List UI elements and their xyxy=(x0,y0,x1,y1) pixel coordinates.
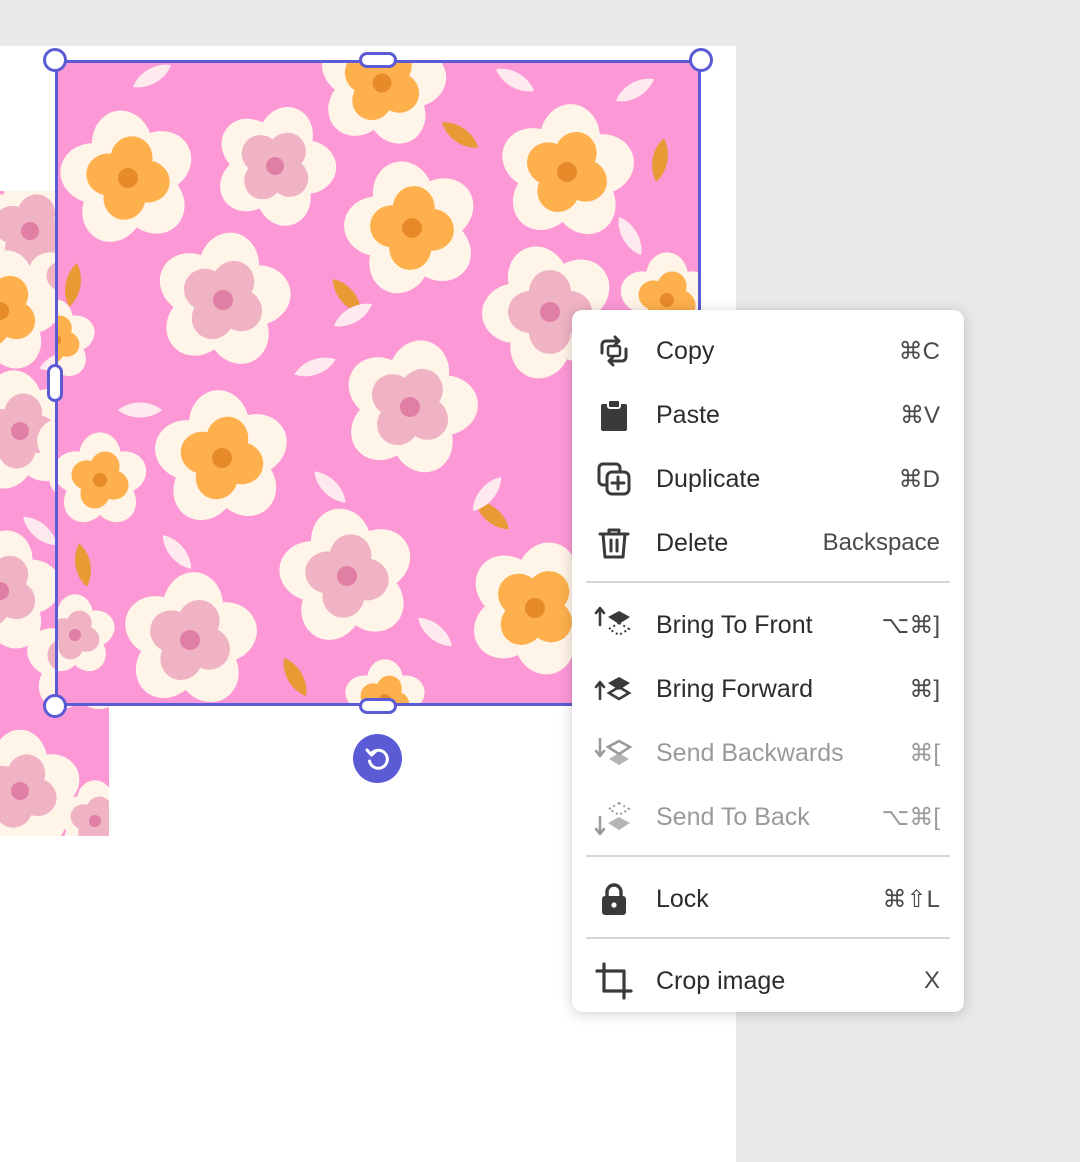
menu-item-duplicate[interactable]: Duplicate ⌘D xyxy=(586,451,950,507)
menu-item-shortcut: Backspace xyxy=(822,529,940,556)
menu-item-label: Crop image xyxy=(656,966,786,995)
bring-to-front-icon xyxy=(594,605,634,645)
menu-item-copy[interactable]: Copy ⌘C xyxy=(586,323,950,379)
menu-item-label: Send To Back xyxy=(656,802,810,831)
resize-handle-bottom[interactable] xyxy=(359,698,397,714)
menu-item-shortcut: ⌘V xyxy=(899,401,940,429)
menu-item-shortcut: ⌘C xyxy=(898,337,940,365)
resize-handle-top-left[interactable] xyxy=(43,48,67,72)
resize-handle-top-right[interactable] xyxy=(689,48,713,72)
trash-icon xyxy=(594,523,634,563)
bring-forward-icon xyxy=(594,669,634,709)
send-backwards-icon xyxy=(594,733,634,773)
menu-divider xyxy=(586,937,950,939)
menu-divider xyxy=(586,855,950,857)
menu-item-label: Delete xyxy=(656,528,729,557)
menu-item-shortcut: X xyxy=(923,967,940,994)
menu-item-shortcut: ⌥⌘] xyxy=(881,611,940,639)
menu-item-bring-to-front[interactable]: Bring To Front ⌥⌘] xyxy=(586,597,950,653)
menu-item-shortcut: ⌘[ xyxy=(909,739,940,767)
resize-handle-bottom-left[interactable] xyxy=(43,694,67,718)
context-menu: Copy ⌘C Paste ⌘V Duplicate ⌘D Delete Bac… xyxy=(572,310,964,1012)
menu-item-bring-forward[interactable]: Bring Forward ⌘] xyxy=(586,661,950,717)
copy-icon xyxy=(594,331,634,371)
rotate-icon xyxy=(365,748,389,770)
rotate-handle[interactable] xyxy=(353,734,402,783)
menu-item-label: Bring To Front xyxy=(656,610,813,639)
menu-item-shortcut: ⌥⌘[ xyxy=(881,803,940,831)
menu-item-lock[interactable]: Lock ⌘⇧L xyxy=(586,871,950,927)
menu-item-delete[interactable]: Delete Backspace xyxy=(586,515,950,571)
menu-item-shortcut: ⌘D xyxy=(898,465,940,493)
menu-item-crop-image[interactable]: Crop image X xyxy=(586,953,950,1009)
menu-item-send-to-back[interactable]: Send To Back ⌥⌘[ xyxy=(586,789,950,845)
menu-item-label: Paste xyxy=(656,400,720,429)
menu-item-label: Lock xyxy=(656,884,709,913)
menu-divider xyxy=(586,581,950,583)
clipboard-icon xyxy=(594,395,634,435)
menu-item-shortcut: ⌘⇧L xyxy=(882,885,940,913)
resize-handle-left[interactable] xyxy=(47,364,63,402)
menu-item-label: Duplicate xyxy=(656,464,761,493)
menu-item-label: Send Backwards xyxy=(656,738,844,767)
lock-icon xyxy=(594,879,634,919)
menu-item-paste[interactable]: Paste ⌘V xyxy=(586,387,950,443)
duplicate-icon xyxy=(594,459,634,499)
crop-icon xyxy=(594,961,634,1001)
menu-item-label: Copy xyxy=(656,336,715,365)
send-to-back-icon xyxy=(594,797,634,837)
resize-handle-top[interactable] xyxy=(359,52,397,68)
menu-item-send-backwards[interactable]: Send Backwards ⌘[ xyxy=(586,725,950,781)
menu-item-shortcut: ⌘] xyxy=(909,675,940,703)
menu-item-label: Bring Forward xyxy=(656,674,813,703)
